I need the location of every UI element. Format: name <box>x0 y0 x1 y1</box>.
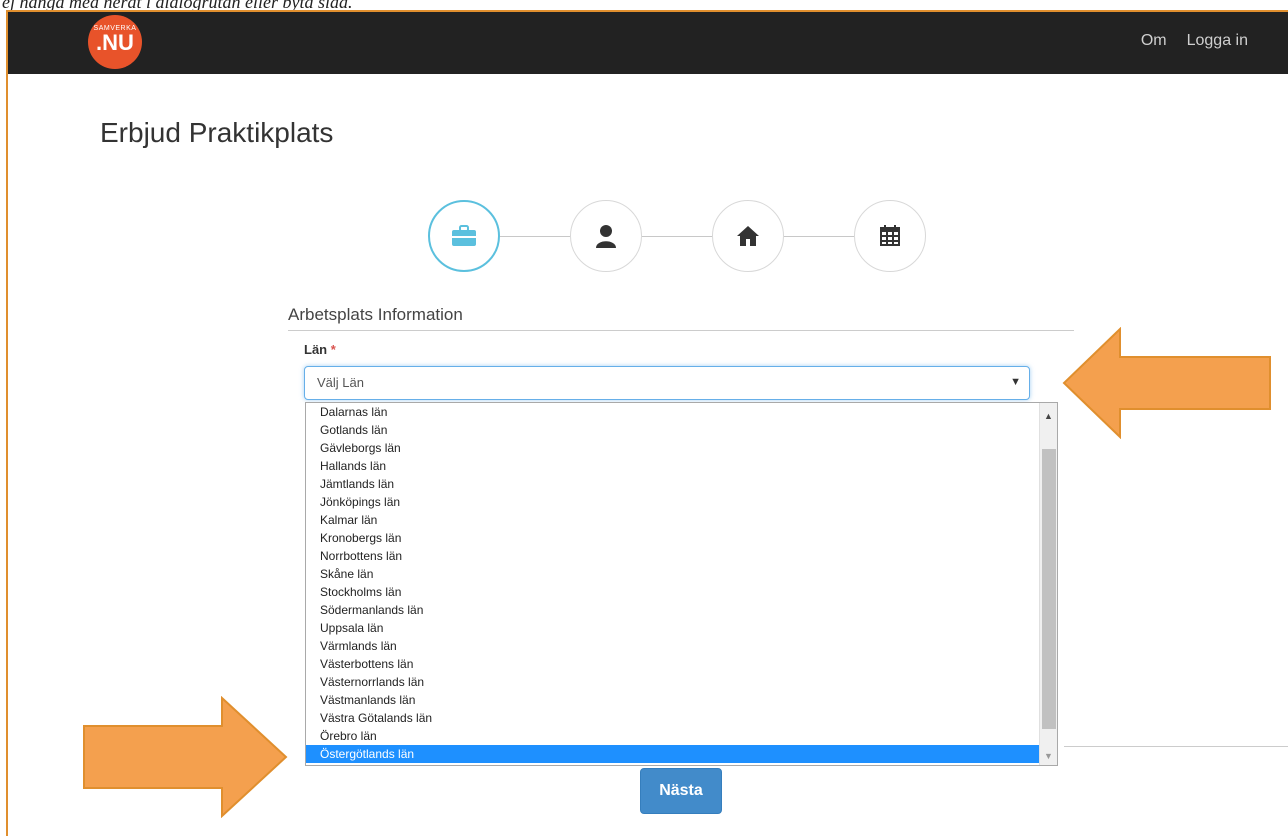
county-label-text: Län <box>304 342 328 357</box>
step-connector <box>784 236 854 237</box>
county-option[interactable]: Västmanlands län <box>306 691 1057 709</box>
county-select-value: Välj Län <box>317 375 364 390</box>
top-nav: Om Logga in <box>1141 32 1248 50</box>
county-option[interactable]: Kronobergs län <box>306 529 1057 547</box>
step-workplace[interactable] <box>428 200 500 272</box>
page-title: Erbjud Praktikplats <box>100 117 334 148</box>
nav-link-om[interactable]: Om <box>1141 32 1167 50</box>
county-option[interactable]: Skåne län <box>306 565 1057 583</box>
step-connector <box>500 236 570 237</box>
wizard-stepper <box>428 200 938 274</box>
county-option[interactable]: Örebro län <box>306 727 1057 745</box>
scrollbar-thumb[interactable] <box>1042 449 1056 729</box>
calendar-icon <box>880 225 900 246</box>
county-option[interactable]: Gotlands län <box>306 421 1057 439</box>
step-contact[interactable] <box>570 200 642 272</box>
site-logo[interactable]: SAMVERKA .NU <box>88 15 142 69</box>
section-title: Arbetsplats Information <box>288 305 463 324</box>
county-option[interactable]: Västerbottens län <box>306 655 1057 673</box>
step-location[interactable] <box>712 200 784 272</box>
step-schedule[interactable] <box>854 200 926 272</box>
user-icon <box>596 225 616 248</box>
county-option[interactable]: Östergötlands län <box>306 745 1057 763</box>
dropdown-arrow-icon: ▼ <box>1010 376 1021 388</box>
county-dropdown-list[interactable]: Dalarnas län Gotlands län Gävleborgs län Ha… <box>305 402 1058 766</box>
county-option[interactable]: Södermanlands län <box>306 601 1057 619</box>
nav-link-logga-in[interactable]: Logga in <box>1187 32 1248 50</box>
county-option[interactable]: Stockholms län <box>306 583 1057 601</box>
scroll-up-icon[interactable]: ▲ <box>1044 411 1053 421</box>
county-option[interactable]: Hallands län <box>306 457 1057 475</box>
logo-big-text: .NU <box>96 30 134 55</box>
footer-divider <box>1064 746 1288 747</box>
county-option[interactable]: Jönköpings län <box>306 493 1057 511</box>
annotation-arrow-right-icon <box>1062 327 1271 439</box>
scroll-down-icon[interactable]: ▼ <box>1044 751 1053 761</box>
county-options: Dalarnas län Gotlands län Gävleborgs län Ha… <box>306 403 1057 763</box>
county-option[interactable]: Gävleborgs län <box>306 439 1057 457</box>
step-connector <box>642 236 712 237</box>
county-select[interactable]: Välj Län ▼ <box>304 366 1030 400</box>
annotation-arrow-left-icon <box>83 696 288 818</box>
county-option[interactable]: Uppsala län <box>306 619 1057 637</box>
county-option[interactable]: Norrbottens län <box>306 547 1057 565</box>
county-option[interactable]: Jämtlands län <box>306 475 1057 493</box>
county-option[interactable]: Dalarnas län <box>306 403 1057 421</box>
dropdown-scrollbar[interactable]: ▲ ▼ <box>1039 403 1057 765</box>
required-mark: * <box>330 342 336 357</box>
county-label: Län * <box>304 342 336 357</box>
next-button[interactable]: Nästa <box>640 768 722 814</box>
county-option[interactable]: Västernorrlands län <box>306 673 1057 691</box>
county-option[interactable]: Västra Götalands län <box>306 709 1057 727</box>
briefcase-icon <box>452 225 476 246</box>
county-option[interactable]: Kalmar län <box>306 511 1057 529</box>
county-option[interactable]: Värmlands län <box>306 637 1057 655</box>
home-icon <box>737 226 759 246</box>
top-navbar: SAMVERKA .NU Om Logga in <box>8 12 1288 74</box>
section-divider <box>288 330 1074 331</box>
screenshot-frame: SAMVERKA .NU Om Logga in Erbjud Praktikp… <box>6 10 1288 836</box>
